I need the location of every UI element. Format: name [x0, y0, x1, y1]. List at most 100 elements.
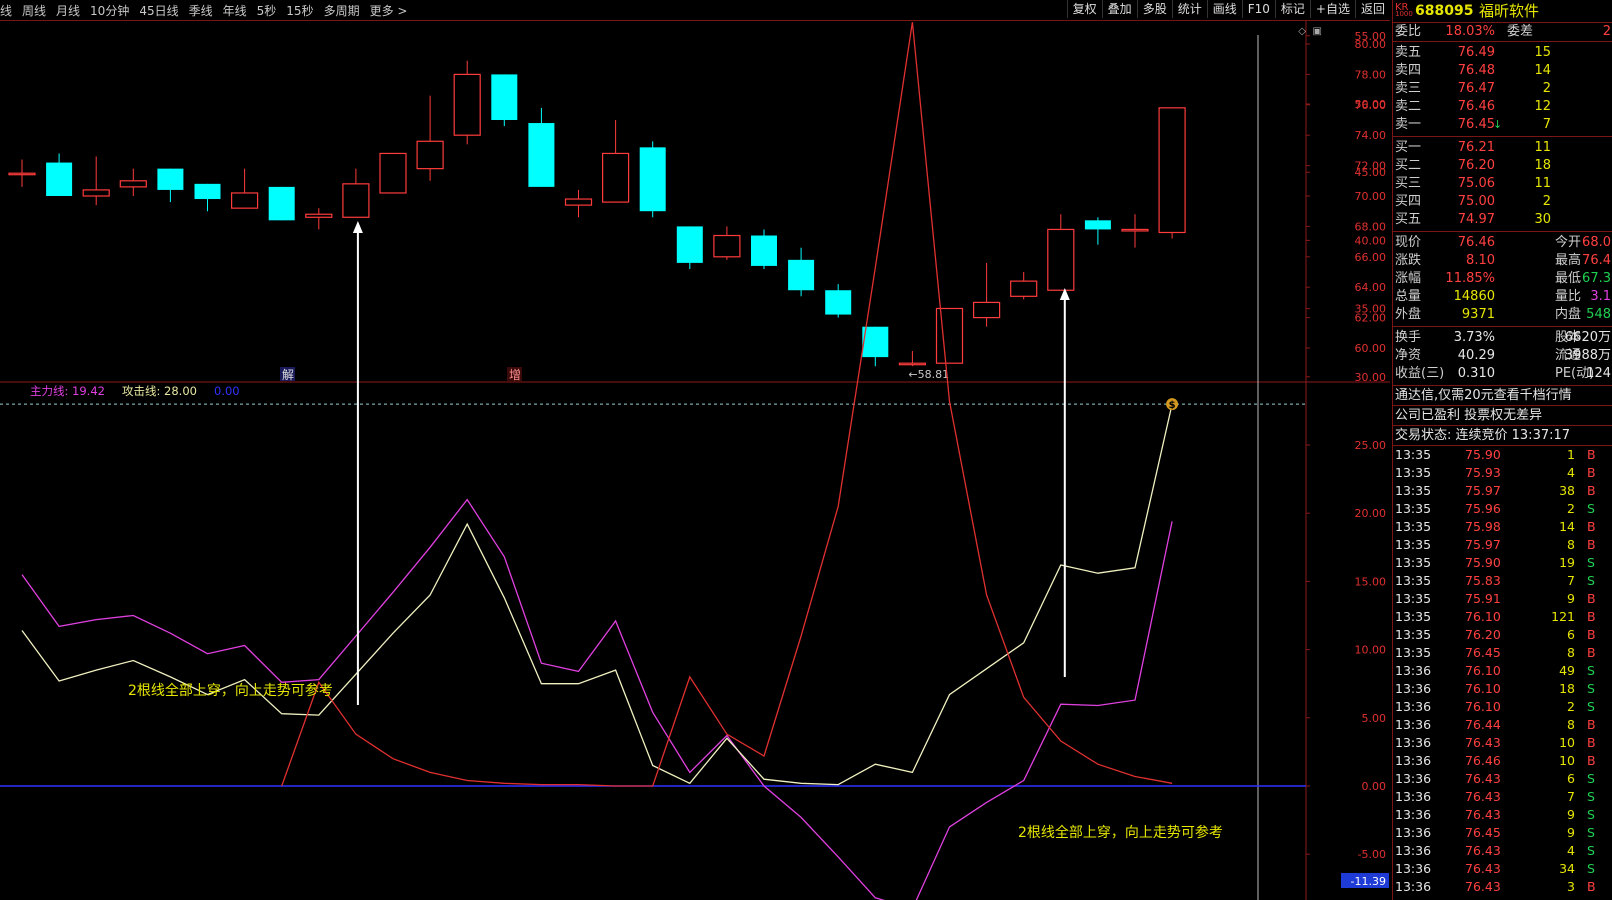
order-row[interactable]: 卖二 76.46 12	[1393, 98, 1612, 116]
tick-row: 13:35 75.90 19 S	[1393, 554, 1612, 572]
order-row[interactable]: 买一 76.21 11	[1393, 139, 1612, 157]
order-label: 买四	[1395, 194, 1422, 209]
stat-label: 换手	[1395, 330, 1422, 345]
window-icon[interactable]: ▣	[1313, 26, 1322, 37]
candle-body	[788, 259, 815, 291]
tool-button[interactable]: 画线	[1206, 0, 1242, 18]
tick-volume: 9	[1567, 591, 1575, 606]
candle	[379, 152, 407, 194]
stat-value: 0.310	[1457, 366, 1495, 381]
candle	[713, 226, 741, 260]
tick-volume: 7	[1567, 789, 1575, 804]
candle	[788, 247, 815, 297]
period-tab[interactable]: 月线	[56, 2, 80, 19]
candle	[751, 229, 777, 269]
candle-body	[825, 290, 852, 315]
tick-side: S	[1587, 501, 1595, 516]
order-row[interactable]: 买二 76.20 18	[1393, 157, 1612, 175]
tick-volume: 3	[1567, 879, 1575, 894]
legend-item: 0.00	[214, 384, 240, 398]
period-tab[interactable]: 10分钟	[90, 2, 129, 19]
tool-button[interactable]: +自选	[1309, 0, 1355, 18]
period-tab[interactable]: 季线	[189, 2, 213, 19]
tick-volume: 8	[1567, 717, 1575, 732]
order-volume: 14	[1534, 63, 1551, 78]
stat-value: 76.4	[1582, 253, 1611, 268]
candle	[601, 120, 630, 203]
candle-body	[676, 226, 703, 263]
order-row[interactable]: 买四 75.00 2	[1393, 193, 1612, 211]
tick-price: 75.90	[1465, 555, 1501, 570]
tick-volume: 19	[1559, 555, 1575, 570]
period-tab[interactable]: 周线	[22, 2, 46, 19]
tool-button[interactable]: 叠加	[1101, 0, 1137, 18]
period-tab[interactable]: 线	[0, 2, 12, 19]
weibi-row: 委比 18.03% 委差 2	[1395, 24, 1611, 39]
period-tab[interactable]: 更多 >	[370, 2, 408, 19]
current-value-text: -11.39	[1351, 875, 1386, 888]
tool-button[interactable]: 多股	[1136, 0, 1172, 18]
tick-side: S	[1587, 861, 1595, 876]
candle-body	[157, 168, 184, 190]
order-row[interactable]: 买五 74.97 30	[1393, 211, 1612, 229]
notice-line[interactable]: 公司已盈利 投票权无差异	[1393, 406, 1612, 426]
tick-side: B	[1587, 483, 1596, 498]
stat-row: 总量 14860 量比 3.1	[1393, 288, 1612, 306]
tick-price: 76.43	[1465, 735, 1501, 750]
order-price: 75.06	[1457, 176, 1495, 191]
svg-text:$: $	[1169, 400, 1176, 411]
candle-body	[416, 140, 444, 170]
indicator-tick-label: 40.00	[1355, 234, 1387, 247]
tick-time: 13:36	[1395, 753, 1432, 768]
order-price: 76.49	[1457, 45, 1495, 60]
order-row[interactable]: 卖一 76.45 7 ↓	[1393, 116, 1612, 134]
tool-button[interactable]: 返回	[1354, 0, 1390, 18]
tool-button[interactable]: 标记	[1274, 0, 1310, 18]
order-label: 卖一	[1395, 117, 1422, 132]
candle	[268, 186, 295, 221]
order-row[interactable]: 卖四 76.48 14	[1393, 62, 1612, 80]
tick-row: 13:36 76.43 9 S	[1393, 806, 1612, 824]
order-volume: 11	[1534, 140, 1551, 155]
period-tab[interactable]: 15秒	[286, 2, 313, 19]
order-row[interactable]: 卖五 76.49 15	[1393, 44, 1612, 62]
label-jie-text: 解	[282, 368, 294, 382]
order-row[interactable]: 买三 75.06 11	[1393, 175, 1612, 193]
period-tab[interactable]: 45日线	[139, 2, 178, 19]
order-row[interactable]: 卖三 76.47 2	[1393, 80, 1612, 98]
order-price: 76.45	[1457, 117, 1495, 132]
stat-value: 3.1	[1590, 289, 1611, 304]
indicator-tick-label: 0.00	[1362, 780, 1387, 793]
candle-body	[713, 234, 741, 258]
tool-button[interactable]: F10	[1241, 0, 1275, 18]
tick-price: 75.90	[1465, 447, 1501, 462]
down-arrow-icon: ↓	[1493, 118, 1503, 131]
tick-side: B	[1587, 519, 1596, 534]
tick-price: 76.46	[1465, 753, 1501, 768]
period-tab[interactable]: 年线	[223, 2, 247, 19]
stat-label: 外盘	[1395, 307, 1422, 322]
chart-tools: 复权 叠加 多股 统计 画线 F10 标记 +自选 返回	[1066, 0, 1390, 20]
indicator-tick-label: 25.00	[1355, 439, 1387, 452]
annotation-left: 2根线全部上穿，向上走势可参考	[128, 682, 333, 699]
stat-label: 今开	[1555, 235, 1582, 250]
period-tab[interactable]: 多周期	[324, 2, 360, 19]
tick-side: S	[1587, 807, 1595, 822]
tick-time: 13:36	[1395, 735, 1432, 750]
diamond-icon[interactable]: ◇	[1298, 26, 1306, 37]
tick-row: 13:36 76.43 10 B	[1393, 734, 1612, 752]
tool-button[interactable]: 复权	[1066, 0, 1102, 18]
candle	[1084, 217, 1111, 245]
tool-button[interactable]: 统计	[1171, 0, 1207, 18]
candle-body	[1010, 280, 1038, 297]
candle-body	[342, 183, 370, 218]
notice-line[interactable]: 通达信,仅需20元查看千档行情	[1393, 386, 1612, 406]
order-volume: 30	[1534, 212, 1551, 227]
candle-body	[46, 162, 73, 196]
candle-body	[1158, 107, 1186, 234]
stat-value: 67.3	[1582, 271, 1611, 286]
tick-list[interactable]: 13:35 75.90 1 B 13:35 75.93 4 B 13:35 75.97 38 B 13:…	[1393, 446, 1612, 896]
tick-price: 76.20	[1465, 627, 1501, 642]
period-tab[interactable]: 5秒	[257, 2, 277, 19]
candle-body	[194, 183, 221, 200]
